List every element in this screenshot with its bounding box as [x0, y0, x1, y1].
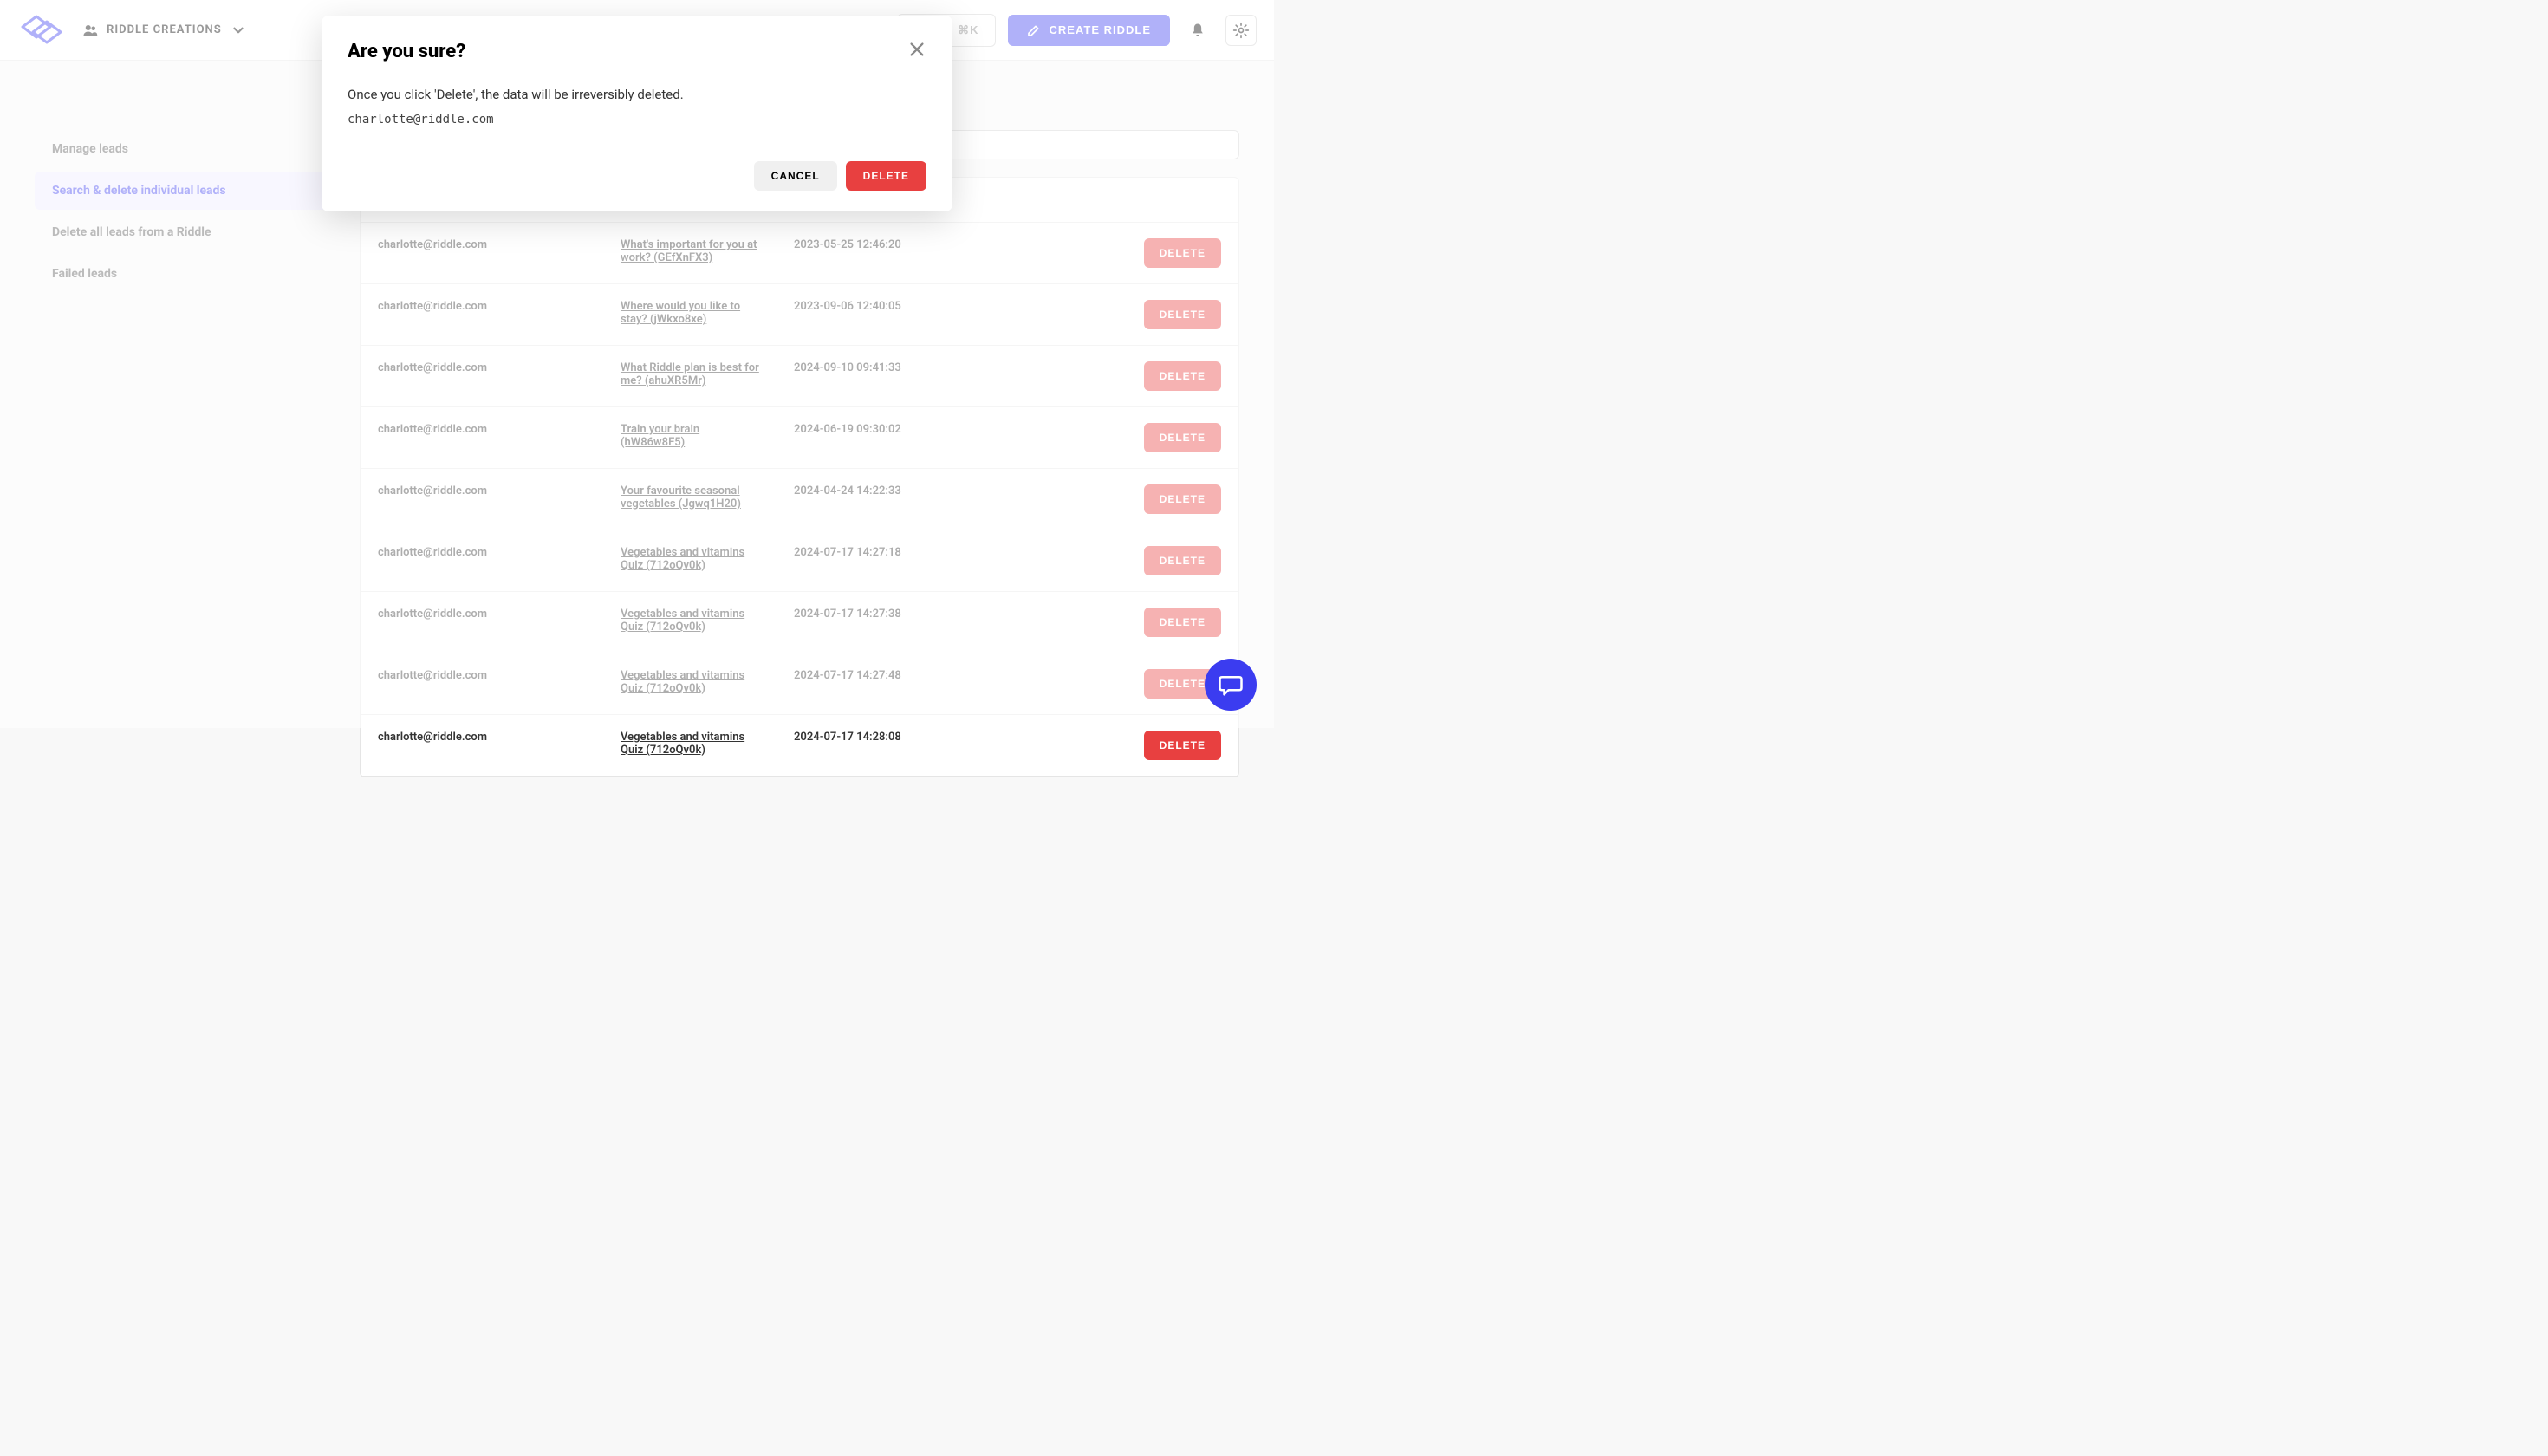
riddle-link[interactable]: Vegetables and vitamins Quiz (712oQv0k) [621, 731, 759, 757]
modal-message: Once you click 'Delete', the data will b… [348, 87, 926, 102]
confirm-delete-modal: Are you sure? Once you click 'Delete', t… [322, 16, 952, 211]
close-icon [907, 40, 926, 59]
modal-footer: CANCEL DELETE [348, 161, 926, 191]
modal-title: Are you sure? [348, 41, 465, 62]
cancel-button[interactable]: CANCEL [754, 161, 837, 191]
modal-close-button[interactable] [907, 40, 926, 62]
delete-row-button[interactable]: DELETE [1144, 731, 1221, 760]
confirm-delete-button[interactable]: DELETE [846, 161, 926, 191]
modal-overlay[interactable]: Are you sure? Once you click 'Delete', t… [0, 0, 1274, 728]
chat-support-button[interactable] [1205, 659, 1257, 711]
modal-target-email: charlotte@riddle.com [348, 113, 926, 127]
chat-icon [1218, 672, 1244, 698]
modal-header: Are you sure? [348, 40, 926, 62]
